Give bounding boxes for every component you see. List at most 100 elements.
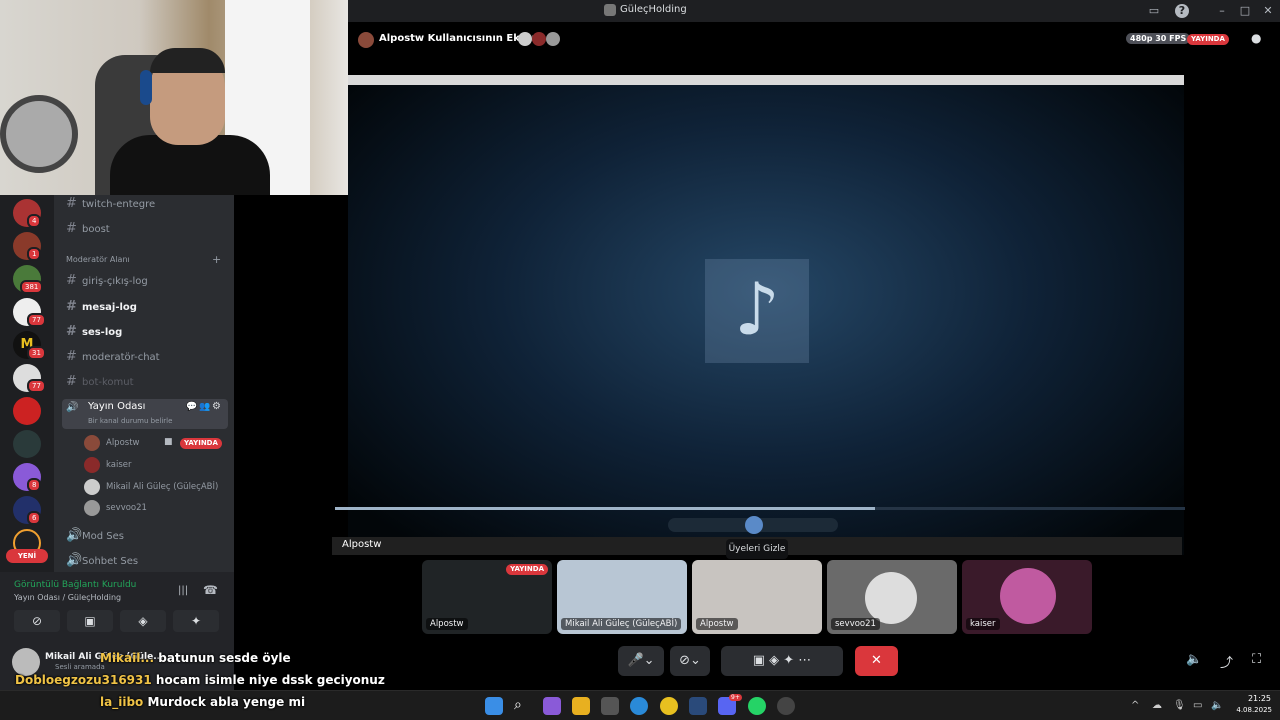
channel-twitch-entegre[interactable]: # twitch-entegre bbox=[66, 193, 155, 215]
channel-list: # twitch-entegre # boost Moderatör Alanı +… bbox=[54, 195, 234, 625]
settings-gear-icon[interactable]: ⚙ bbox=[212, 401, 221, 412]
voice-channel-mod-ses[interactable]: 🔊Mod Ses bbox=[66, 525, 124, 547]
category-moderator[interactable]: Moderatör Alanı bbox=[66, 255, 130, 264]
participant-tile[interactable]: YAYINDA Alpostw bbox=[422, 560, 552, 634]
chrome-icon[interactable] bbox=[660, 697, 678, 715]
chat-icon[interactable]: 💬 bbox=[186, 402, 197, 412]
soundboard-button[interactable]: ✦ bbox=[173, 610, 219, 632]
minimize-button[interactable]: – bbox=[1214, 3, 1230, 19]
chat-user: Dobloegzozu316931 bbox=[15, 673, 152, 687]
voice-user-mikail[interactable]: Mikail Ali Güleç (GüleçABİ) bbox=[106, 479, 218, 495]
avatar bbox=[865, 572, 917, 624]
hash-icon: # bbox=[66, 349, 77, 364]
activity-toolbar[interactable]: ▣ ◈ ✦ ⋯ bbox=[721, 646, 843, 676]
inbox-icon[interactable]: ▭ bbox=[1146, 3, 1162, 19]
server-icon[interactable] bbox=[13, 397, 41, 425]
avatar bbox=[84, 435, 100, 451]
channel-label: bot-komut bbox=[82, 377, 134, 388]
tile-name: Alpostw bbox=[696, 618, 738, 630]
chat-icon[interactable]: ● bbox=[1251, 31, 1261, 45]
mic-icon[interactable]: 🎙 bbox=[1173, 700, 1186, 711]
camera-off-button[interactable]: ⊘⌄ bbox=[670, 646, 710, 676]
hash-icon: # bbox=[66, 324, 77, 339]
voice-channel-sohbet-ses[interactable]: 🔊Sohbet Ses bbox=[66, 550, 138, 572]
noise-icon[interactable]: ||| bbox=[178, 585, 188, 596]
tile-name: kaiser bbox=[966, 618, 1000, 630]
app-icon[interactable] bbox=[777, 697, 795, 715]
voice-user-alpostw[interactable]: Alpostw bbox=[106, 435, 140, 451]
invite-icon[interactable]: 👥 bbox=[199, 402, 210, 412]
server-logo-icon bbox=[604, 4, 616, 16]
participant-tile[interactable]: Alpostw bbox=[692, 560, 822, 634]
seek-bar[interactable] bbox=[335, 507, 1185, 510]
disconnect-icon[interactable]: ☎ bbox=[203, 583, 218, 597]
clock-date[interactable]: 4.08.2025 bbox=[1226, 706, 1272, 714]
voice-user-sevvoo21[interactable]: sevvoo21 bbox=[106, 500, 147, 516]
server-badge: 1 bbox=[27, 247, 42, 261]
channel-status[interactable]: Bir kanal durumu belirle bbox=[88, 417, 172, 425]
channel-giris-cikis-log[interactable]: # giriş-çıkış-log bbox=[66, 270, 148, 292]
edge-icon[interactable] bbox=[630, 697, 648, 715]
steam-icon[interactable] bbox=[689, 697, 707, 715]
pause-icon[interactable] bbox=[745, 516, 763, 534]
whatsapp-icon[interactable] bbox=[748, 697, 766, 715]
fullscreen-icon[interactable]: ⛶ bbox=[1252, 652, 1261, 667]
voice-channel-yayin-odasi[interactable]: 🔊 Yayın Odası Bir kanal durumu belirle 💬… bbox=[62, 399, 228, 429]
mic-button[interactable]: 🎤⌄ bbox=[618, 646, 664, 676]
playback-controls[interactable] bbox=[668, 516, 838, 534]
file-explorer-icon[interactable] bbox=[572, 697, 590, 715]
user-status: Sesli aramada bbox=[55, 663, 105, 671]
channel-bot-komut[interactable]: # bot-komut bbox=[66, 371, 134, 393]
player-titlebar bbox=[348, 75, 1184, 85]
network-icon[interactable]: ▭ bbox=[1193, 700, 1202, 711]
maximize-button[interactable]: □ bbox=[1237, 3, 1253, 19]
chevron-up-icon[interactable]: ^ bbox=[1131, 700, 1139, 711]
new-badge: YENİ bbox=[6, 549, 48, 563]
connection-location[interactable]: Yayın Odası / GüleçHolding bbox=[14, 593, 121, 602]
channel-label: mesaj-log bbox=[82, 302, 137, 313]
hash-icon: # bbox=[66, 299, 77, 314]
participant-tile[interactable]: kaiser bbox=[962, 560, 1092, 634]
tile-name: sevvoo21 bbox=[831, 618, 880, 630]
video-off-button[interactable]: ⊘ bbox=[14, 610, 60, 632]
close-button[interactable]: ✕ bbox=[1260, 3, 1276, 19]
tray-icon[interactable]: ☁ bbox=[1152, 700, 1162, 711]
stream-header: Alpostw Kullanıcısının Ekranı 480p 30 FP… bbox=[348, 22, 1280, 54]
server-badge: 8 bbox=[27, 478, 42, 492]
participant-tile[interactable]: sevvoo21 bbox=[827, 560, 957, 634]
popout-icon[interactable]: ⤴ bbox=[1220, 652, 1233, 671]
hash-icon: # bbox=[66, 221, 77, 236]
server-icon[interactable] bbox=[13, 430, 41, 458]
activity-button[interactable]: ◈ bbox=[120, 610, 166, 632]
webcam-overlay bbox=[0, 0, 348, 195]
channel-moderator-chat[interactable]: # moderatör-chat bbox=[66, 346, 160, 368]
server-badge: 77 bbox=[27, 313, 46, 327]
volume-icon[interactable]: 🔈 bbox=[1211, 700, 1223, 711]
discord-badge: 9+ bbox=[729, 694, 742, 701]
connection-status[interactable]: Görüntülü Bağlantı Kuruldu bbox=[14, 580, 136, 590]
copilot-icon[interactable] bbox=[543, 697, 561, 715]
screen-share-button[interactable]: ▣ bbox=[67, 610, 113, 632]
channel-ses-log[interactable]: # ses-log bbox=[66, 321, 122, 343]
camera-icon: ■ bbox=[164, 437, 173, 447]
channel-boost[interactable]: # boost bbox=[66, 218, 110, 240]
participant-tile[interactable]: Mikail Ali Güleç (GüleçABİ) bbox=[557, 560, 687, 634]
store-icon[interactable] bbox=[601, 697, 619, 715]
volume-icon[interactable]: 🔈 bbox=[1186, 652, 1202, 667]
voice-user-kaiser[interactable]: kaiser bbox=[106, 457, 132, 473]
avatar[interactable] bbox=[12, 648, 40, 676]
channel-label: Mod Ses bbox=[82, 531, 124, 542]
avatar bbox=[358, 32, 374, 48]
channel-mesaj-log[interactable]: # mesaj-log bbox=[66, 296, 137, 318]
chat-text: batunun sesde öyle bbox=[158, 651, 291, 665]
server-badge: 381 bbox=[20, 280, 44, 294]
avatar bbox=[518, 32, 532, 46]
streamer-hair bbox=[150, 48, 225, 73]
clock-time[interactable]: 21:25 bbox=[1235, 694, 1271, 703]
leave-call-button[interactable]: ✕ bbox=[855, 646, 898, 676]
live-badge: YAYINDA bbox=[180, 438, 222, 449]
chat-user: Mikail... bbox=[100, 651, 155, 665]
fan bbox=[0, 95, 78, 173]
add-channel-icon[interactable]: + bbox=[212, 253, 221, 266]
help-icon[interactable]: ? bbox=[1175, 4, 1189, 18]
